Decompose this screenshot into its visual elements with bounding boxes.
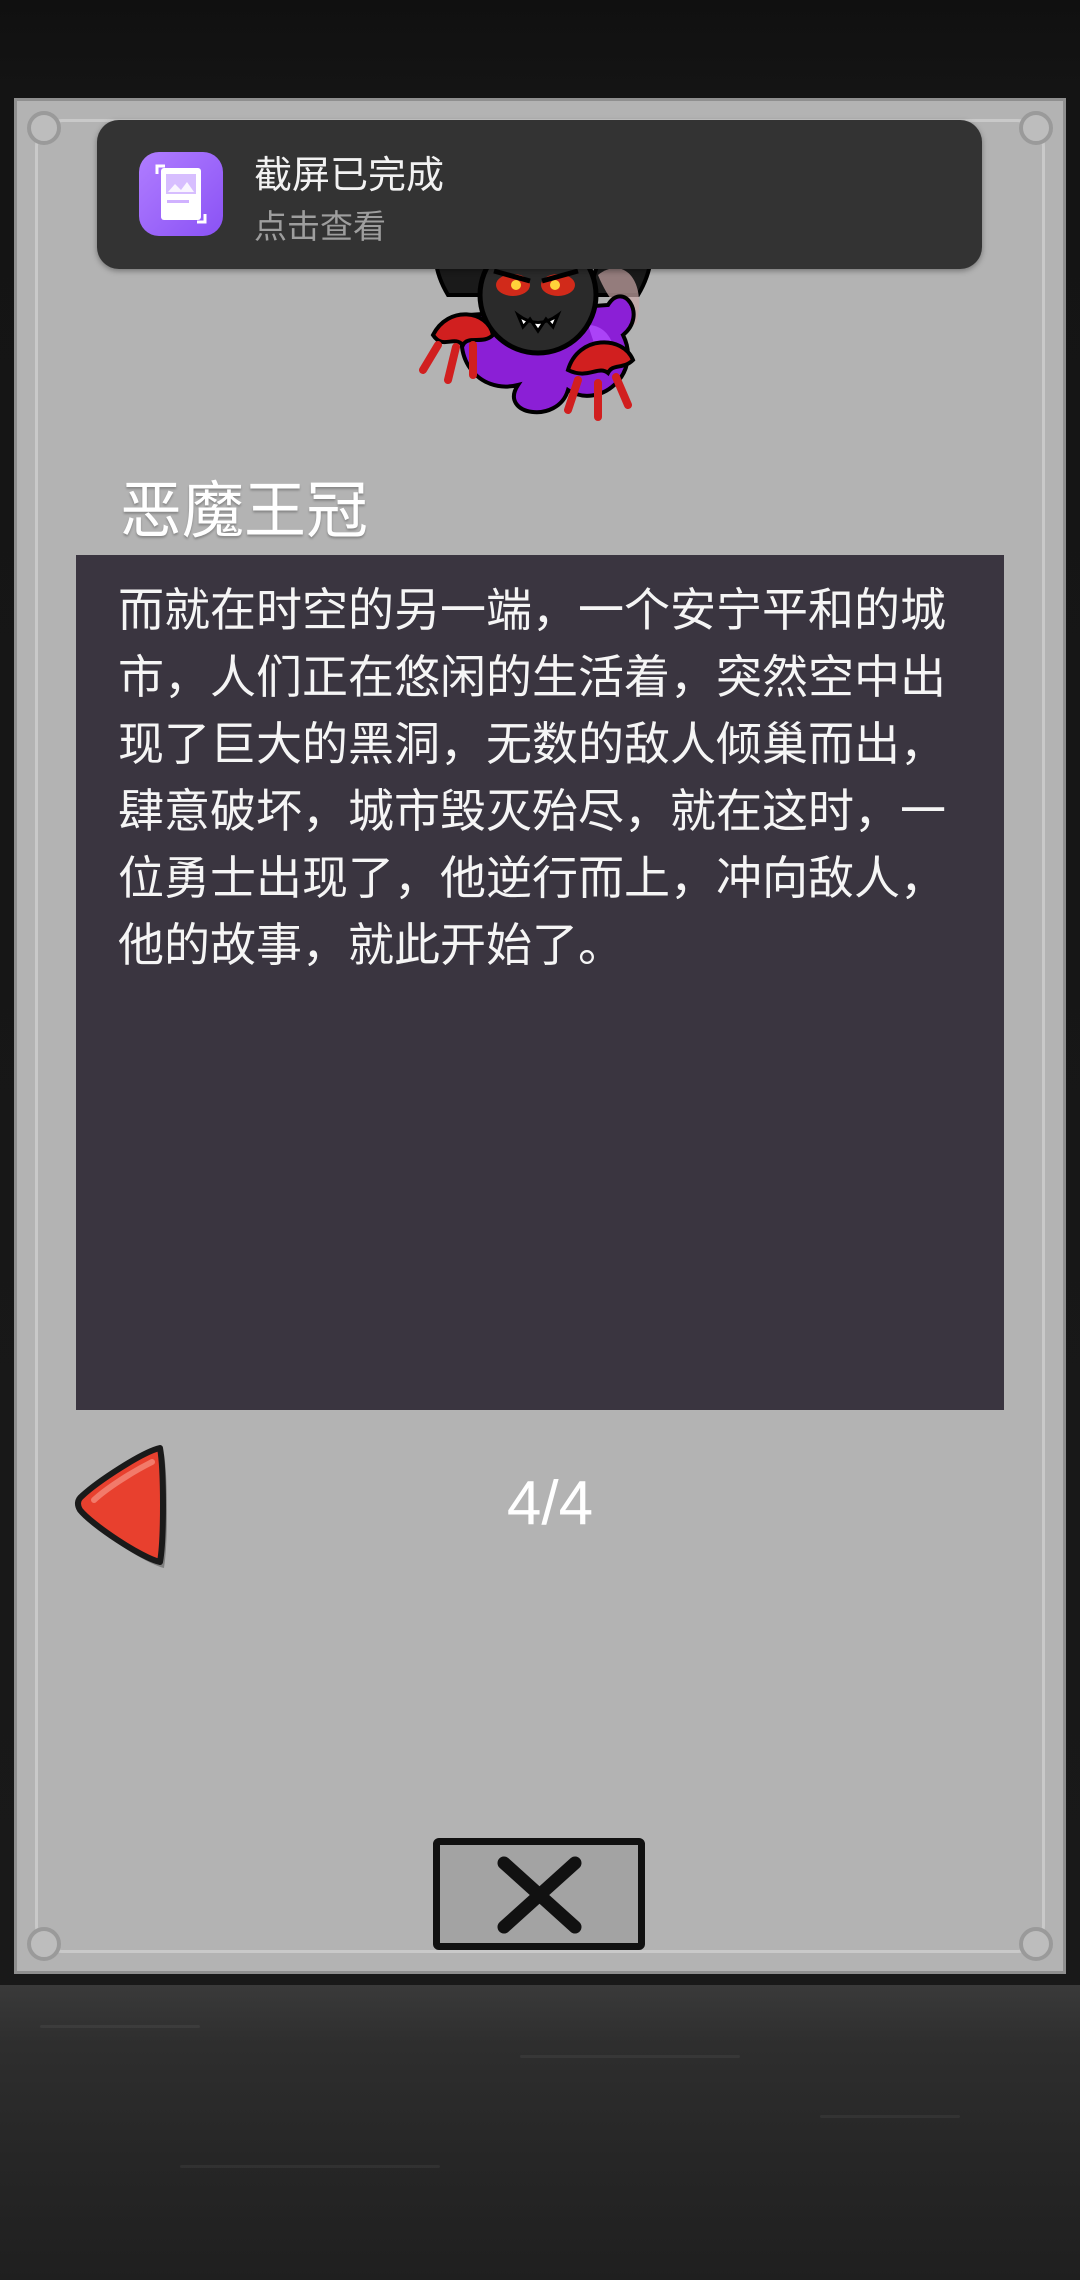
notification-subtitle: 点击查看 (254, 207, 386, 246)
item-title: 恶魔王冠 (120, 474, 369, 547)
story-text-box: 而就在时空的另一端，一个安宁平和的城市，人们正在悠闲的生活着，突然空中出现了巨大… (76, 555, 1004, 1410)
panel-corner (27, 111, 61, 145)
panel-corner (1019, 111, 1053, 145)
panel-corner (1019, 1927, 1053, 1961)
screenshot-icon (139, 152, 223, 236)
close-x-icon (497, 1856, 582, 1934)
story-text: 而就在时空的另一端，一个安宁平和的城市，人们正在悠闲的生活着，突然空中出现了巨大… (118, 583, 946, 972)
panel-corner (27, 1927, 61, 1961)
ground-background (0, 1985, 1080, 2280)
screenshot-notification[interactable]: 截屏已完成 点击查看 (97, 120, 982, 269)
previous-page-button[interactable] (72, 1440, 172, 1570)
page-counter: 4/4 (506, 1469, 594, 1538)
game-screen: 截屏已完成 点击查看 恶魔王冠 而就在时空的另一端，一个安宁平和的城市，人们正在… (0, 0, 1080, 2280)
notification-title: 截屏已完成 (254, 153, 445, 197)
close-button[interactable] (433, 1838, 645, 1950)
red-left-arrow-icon (74, 1445, 167, 1568)
